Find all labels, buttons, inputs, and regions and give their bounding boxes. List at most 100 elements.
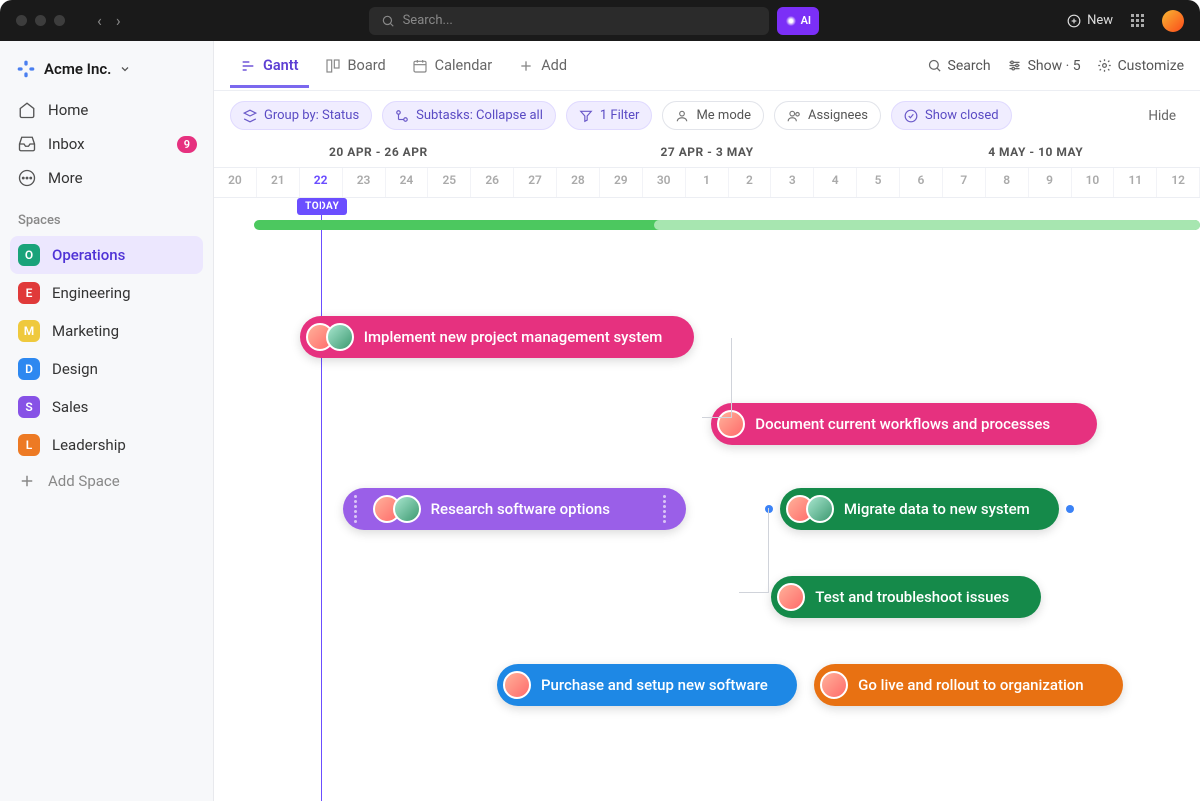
assignee-avatars [503,671,531,699]
day-cell: 3 [771,168,814,197]
window-controls [16,15,65,26]
tab-board[interactable]: Board [315,44,396,87]
dependency-line [702,338,732,418]
task-bar[interactable]: Purchase and setup new software [497,664,797,706]
plus-icon [18,472,36,490]
global-search[interactable]: Search... [369,7,769,35]
tab-gantt[interactable]: Gantt [230,44,309,88]
view-tabs: Gantt Board Calendar Add Search [214,41,1200,91]
day-cell: 22 [300,168,343,197]
task-label: Purchase and setup new software [541,676,768,694]
workspace-name: Acme Inc. [44,60,111,78]
avatar[interactable] [393,495,421,523]
nav-inbox[interactable]: Inbox 9 [10,127,203,161]
ai-button[interactable]: AI [777,7,820,35]
spaces-heading: Spaces [10,195,203,236]
space-label: Engineering [52,284,131,302]
week-label: 20 APR - 26 APR [214,140,543,167]
day-cell: 1 [686,168,729,197]
nav-back-icon[interactable]: ‹ [97,11,102,30]
assignees-chip[interactable]: Assignees [774,101,881,130]
space-item-operations[interactable]: OOperations [10,236,203,274]
hide-button[interactable]: Hide [1148,108,1184,124]
drag-handle-icon[interactable] [349,495,363,523]
show-button[interactable]: Show · 5 [1007,58,1081,74]
task-bar[interactable]: Migrate data to new system [780,488,1059,530]
add-space-button[interactable]: Add Space [10,464,203,498]
nav-more[interactable]: More [10,161,203,195]
people-icon [787,109,801,123]
space-label: Operations [52,246,125,264]
avatar[interactable] [326,323,354,351]
gear-icon [1097,58,1112,73]
maximize-window[interactable] [54,15,65,26]
dependency-dot[interactable] [1066,505,1074,513]
task-label: Test and troubleshoot issues [815,588,1009,606]
task-bar[interactable]: Test and troubleshoot issues [771,576,1041,618]
assignee-avatars [820,671,848,699]
task-label: Go live and rollout to organization [858,676,1083,694]
day-cell: 2 [729,168,772,197]
layers-icon [243,109,257,123]
customize-button[interactable]: Customize [1097,58,1184,74]
task-bar[interactable]: Document current workflows and processes [711,403,1097,445]
space-item-sales[interactable]: S Sales [10,388,203,426]
workspace-logo-icon [16,59,36,79]
filter-chip[interactable]: 1 Filter [566,101,653,130]
task-bar[interactable]: Research software options [343,488,686,530]
avatar[interactable] [806,495,834,523]
search-icon [927,58,942,73]
minimize-window[interactable] [35,15,46,26]
nav-forward-icon[interactable]: › [116,11,121,30]
summary-progress-remaining [654,220,1200,230]
space-item-marketing[interactable]: MMarketing [10,312,203,350]
close-window[interactable] [16,15,27,26]
group-by-chip[interactable]: Group by: Status [230,101,372,130]
calendar-icon [412,58,428,74]
week-label: 27 APR - 3 MAY [543,140,872,167]
avatar[interactable] [820,671,848,699]
assignee-avatars [786,495,834,523]
space-label: Leadership [52,436,126,454]
day-cell: 8 [986,168,1029,197]
space-item-leadership[interactable]: LLeadership [10,426,203,464]
search-placeholder: Search... [403,13,453,28]
day-cell: 5 [857,168,900,197]
inbox-icon [18,135,36,153]
tab-add-view[interactable]: Add [508,44,577,87]
day-cell: 23 [343,168,386,197]
day-cell: 24 [386,168,429,197]
show-closed-chip[interactable]: Show closed [891,101,1012,130]
me-mode-chip[interactable]: Me mode [662,101,764,130]
space-icon: S [18,396,40,418]
workspace-selector[interactable]: Acme Inc. [10,53,203,93]
assignee-avatars [777,583,805,611]
space-label: Marketing [52,322,119,340]
day-cell: 28 [557,168,600,197]
space-item-design[interactable]: DDesign [10,350,203,388]
day-cell: 11 [1114,168,1157,197]
space-icon: E [18,282,40,304]
chevron-down-icon [119,63,131,75]
space-item-engineering[interactable]: E Engineering [10,274,203,312]
assignee-avatars [306,323,354,351]
apps-icon[interactable] [1131,14,1144,27]
main-content: Gantt Board Calendar Add Search [214,41,1200,801]
new-button[interactable]: New [1067,13,1113,28]
space-label: Design [52,360,98,378]
avatar[interactable] [777,583,805,611]
space-label: Sales [52,398,88,416]
user-avatar[interactable] [1162,10,1184,32]
gantt-chart[interactable]: 20 APR - 26 APR27 APR - 3 MAY4 MAY - 10 … [214,140,1200,801]
search-button[interactable]: Search [927,58,991,74]
avatar[interactable] [503,671,531,699]
nav-home[interactable]: Home [10,93,203,127]
gantt-icon [240,58,256,74]
subtasks-chip[interactable]: Subtasks: Collapse all [382,101,556,130]
task-bar[interactable]: Go live and rollout to organization [814,664,1123,706]
day-header: 2021222324252627282930123456789101112 [214,168,1200,198]
day-cell: 29 [600,168,643,197]
tab-calendar[interactable]: Calendar [402,44,503,87]
task-bar[interactable]: Implement new project management system [300,316,694,358]
drag-handle-icon[interactable] [658,495,672,523]
